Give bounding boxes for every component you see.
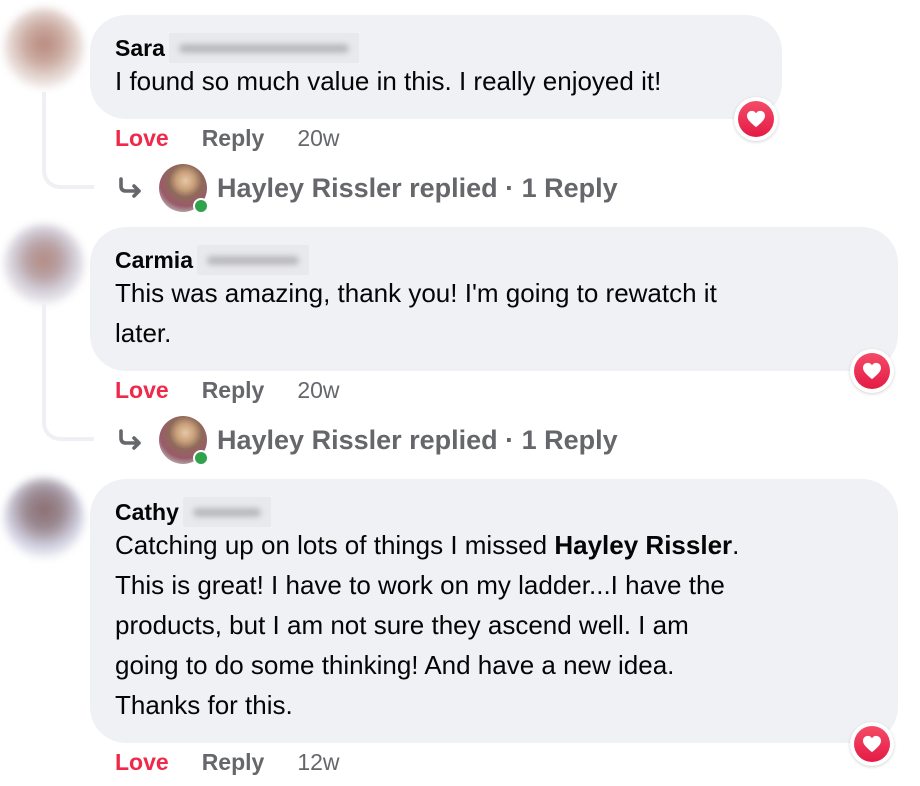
heart-icon	[854, 353, 890, 389]
heart-icon	[854, 726, 890, 762]
comment-text-line: Thanks for this.	[115, 690, 293, 720]
replier-avatar[interactable]	[159, 164, 209, 214]
comment-actions: Love Reply 20w	[115, 375, 340, 405]
comment-bubble: Sara I found so much value in this. I re…	[90, 15, 782, 119]
comment-text-line: Catching up on lots of things I missed H…	[115, 525, 872, 565]
author-name[interactable]: Carmia	[115, 247, 193, 274]
avatar[interactable]	[4, 224, 84, 304]
love-reaction-badge[interactable]	[734, 97, 778, 141]
comment-text-segment: Catching up on lots of things I missed	[115, 530, 555, 560]
comment-actions: Love Reply 20w	[115, 123, 340, 153]
avatar[interactable]	[4, 8, 84, 88]
comment-text-line: products, but I am not sure they ascend …	[115, 610, 689, 640]
thread-connector	[42, 304, 94, 441]
comment-text: I found so much value in this. I really …	[115, 66, 662, 96]
redacted-surname	[182, 497, 271, 527]
love-button[interactable]: Love	[115, 377, 169, 404]
reply-button[interactable]: Reply	[202, 377, 265, 404]
thread-connector	[42, 92, 94, 189]
redacted-surname	[168, 33, 359, 63]
view-replies-link[interactable]: Hayley Rissler replied · 1 Reply	[117, 163, 618, 214]
replies-summary[interactable]: Hayley Rissler replied · 1 Reply	[217, 173, 618, 204]
reply-button[interactable]: Reply	[202, 125, 265, 152]
replies-summary[interactable]: Hayley Rissler replied · 1 Reply	[217, 425, 618, 456]
comment-text-line: going to do some thinking! And have a ne…	[115, 650, 675, 680]
comment-actions: Love Reply 12w	[115, 747, 340, 777]
mention-link[interactable]: Hayley Rissler	[554, 530, 732, 560]
comment-bubble: Cathy Catching up on lots of things I mi…	[90, 479, 898, 743]
replier-avatar[interactable]	[159, 416, 209, 466]
comment-text-line: This was amazing, thank you! I'm going t…	[115, 278, 717, 308]
heart-icon	[738, 101, 774, 137]
redacted-surname	[196, 245, 309, 275]
online-status-indicator	[193, 198, 209, 214]
reply-arrow-icon	[119, 177, 141, 198]
timestamp[interactable]: 20w	[297, 377, 339, 404]
author-name[interactable]: Sara	[115, 35, 165, 62]
online-status-indicator	[193, 450, 209, 466]
love-button[interactable]: Love	[115, 125, 169, 152]
love-reaction-badge[interactable]	[850, 722, 894, 766]
avatar[interactable]	[4, 478, 84, 558]
comment-text-segment: .	[732, 530, 740, 560]
comment-bubble: Carmia This was amazing, thank you! I'm …	[90, 227, 898, 371]
love-button[interactable]: Love	[115, 749, 169, 776]
view-replies-link[interactable]: Hayley Rissler replied · 1 Reply	[117, 415, 618, 466]
timestamp[interactable]: 12w	[297, 749, 339, 776]
reply-button[interactable]: Reply	[202, 749, 265, 776]
comment-text-line: This is great! I have to work on my ladd…	[115, 570, 725, 600]
love-reaction-badge[interactable]	[850, 349, 894, 393]
author-name[interactable]: Cathy	[115, 499, 179, 526]
timestamp[interactable]: 20w	[297, 125, 339, 152]
comment-text-line: later.	[115, 318, 172, 348]
reply-arrow-icon	[119, 429, 141, 450]
